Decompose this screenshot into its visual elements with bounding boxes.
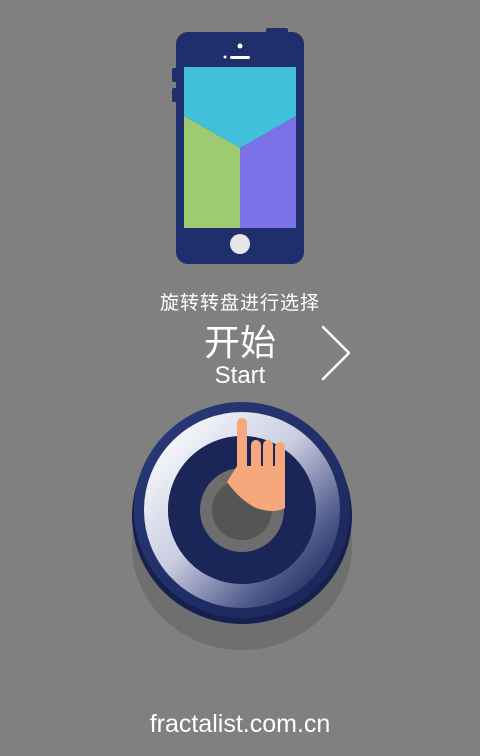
phone-home-button xyxy=(230,234,250,254)
instruction-text: 旋转转盘进行选择 xyxy=(159,292,320,314)
phone-speaker xyxy=(230,56,250,59)
start-button[interactable]: 开始 Start xyxy=(190,320,360,392)
footer-site[interactable]: fractalist.com.cn xyxy=(0,710,480,739)
start-label-zh: 开始 xyxy=(203,323,276,364)
phone-screen xyxy=(184,67,296,228)
smartphone-illustration xyxy=(172,28,304,264)
chevron-right-icon xyxy=(321,325,351,381)
rotary-dial-icon[interactable] xyxy=(124,396,360,656)
phone-camera xyxy=(237,43,243,49)
start-label-en: Start xyxy=(214,362,266,389)
phone-sensor xyxy=(223,55,227,59)
splash-screen: 旋转转盘进行选择 开始 Start fractalist.com.cn xyxy=(0,0,480,756)
